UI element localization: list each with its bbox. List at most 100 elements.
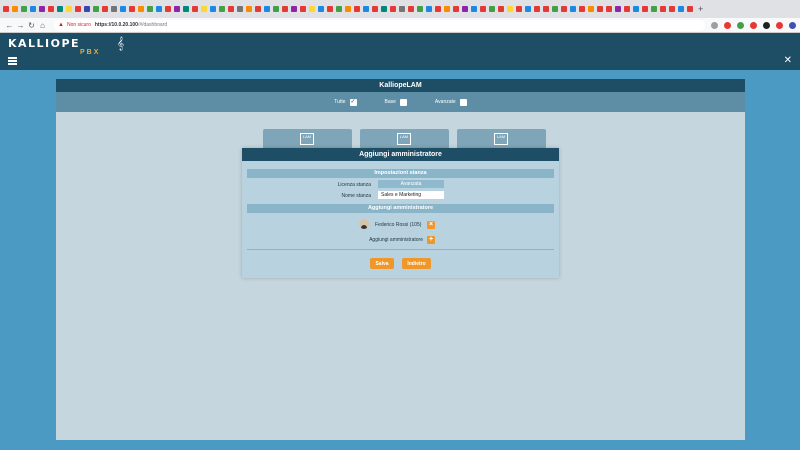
tab-favicon-icon[interactable] (156, 6, 162, 12)
tab-favicon-icon[interactable] (219, 6, 225, 12)
tab-favicon-icon[interactable] (660, 6, 666, 12)
tab-favicon-icon[interactable] (66, 6, 72, 12)
collapse-icon[interactable]: ✕ (784, 55, 792, 66)
tab-favicon-icon[interactable] (363, 6, 369, 12)
tab-favicon-icon[interactable] (624, 6, 630, 12)
tab-favicon-icon[interactable] (102, 6, 108, 12)
tab-favicon-icon[interactable] (579, 6, 585, 12)
extension-icon[interactable] (763, 21, 770, 29)
tab-favicon-icon[interactable] (201, 6, 207, 12)
extension-icon[interactable] (750, 21, 757, 29)
filter-advanced[interactable]: Avanzate (435, 98, 467, 106)
tab-favicon-icon[interactable] (291, 6, 297, 12)
tab-favicon-icon[interactable] (3, 6, 9, 12)
tab-favicon-icon[interactable] (138, 6, 144, 12)
tab-favicon-icon[interactable] (597, 6, 603, 12)
tab-favicon-icon[interactable] (462, 6, 468, 12)
forward-icon[interactable]: → (15, 21, 26, 30)
tab-favicon-icon[interactable] (633, 6, 639, 12)
new-tab-icon[interactable]: + (698, 4, 703, 14)
tab-favicon-icon[interactable] (408, 6, 414, 12)
tab-favicon-icon[interactable] (651, 6, 657, 12)
tab-favicon-icon[interactable] (399, 6, 405, 12)
tab-favicon-icon[interactable] (120, 6, 126, 12)
tab-favicon-icon[interactable] (507, 6, 513, 12)
tab-favicon-icon[interactable] (678, 6, 684, 12)
tab-favicon-icon[interactable] (165, 6, 171, 12)
tab-favicon-icon[interactable] (588, 6, 594, 12)
save-button[interactable]: Salva (370, 258, 394, 269)
tab-favicon-icon[interactable] (192, 6, 198, 12)
tab-favicon-icon[interactable] (381, 6, 387, 12)
tab-favicon-icon[interactable] (669, 6, 675, 12)
room-card[interactable]: LAM (457, 129, 546, 149)
tab-favicon-icon[interactable] (525, 6, 531, 12)
tab-favicon-icon[interactable] (453, 6, 459, 12)
tab-favicon-icon[interactable] (30, 6, 36, 12)
room-name-input[interactable] (378, 191, 444, 199)
extension-icon[interactable] (789, 21, 796, 29)
home-icon[interactable]: ⌂ (37, 21, 48, 30)
extension-icon[interactable] (711, 21, 718, 29)
tab-favicon-icon[interactable] (255, 6, 261, 12)
tab-favicon-icon[interactable] (21, 6, 27, 12)
tab-favicon-icon[interactable] (489, 6, 495, 12)
license-value[interactable]: Avanzata (378, 180, 444, 188)
tab-favicon-icon[interactable] (390, 6, 396, 12)
remove-admin-button[interactable]: × (427, 221, 435, 229)
tab-favicon-icon[interactable] (93, 6, 99, 12)
tab-favicon-icon[interactable] (471, 6, 477, 12)
tab-favicon-icon[interactable] (543, 6, 549, 12)
tab-favicon-icon[interactable] (75, 6, 81, 12)
tab-favicon-icon[interactable] (561, 6, 567, 12)
tab-favicon-icon[interactable] (552, 6, 558, 12)
tab-favicon-icon[interactable] (498, 6, 504, 12)
menu-icon[interactable] (8, 57, 17, 66)
tab-favicon-icon[interactable] (444, 6, 450, 12)
tab-favicon-icon[interactable] (84, 6, 90, 12)
back-button[interactable]: Indietro (402, 258, 431, 269)
tab-favicon-icon[interactable] (687, 6, 693, 12)
filter-all-checkbox[interactable]: ✓ (349, 98, 357, 106)
filter-base[interactable]: Base (385, 98, 407, 106)
tab-favicon-icon[interactable] (246, 6, 252, 12)
tab-favicon-icon[interactable] (129, 6, 135, 12)
tab-favicon-icon[interactable] (174, 6, 180, 12)
tab-favicon-icon[interactable] (480, 6, 486, 12)
tab-favicon-icon[interactable] (12, 6, 18, 12)
back-icon[interactable]: ← (4, 21, 15, 30)
extension-icon[interactable] (724, 21, 731, 29)
tab-favicon-icon[interactable] (435, 6, 441, 12)
tab-favicon-icon[interactable] (606, 6, 612, 12)
room-card[interactable]: LAM (360, 129, 449, 149)
tab-favicon-icon[interactable] (48, 6, 54, 12)
tab-favicon-icon[interactable] (228, 6, 234, 12)
tab-favicon-icon[interactable] (345, 6, 351, 12)
extension-icon[interactable] (737, 21, 744, 29)
tab-favicon-icon[interactable] (300, 6, 306, 12)
tab-favicon-icon[interactable] (570, 6, 576, 12)
tab-favicon-icon[interactable] (426, 6, 432, 12)
tab-favicon-icon[interactable] (264, 6, 270, 12)
tab-favicon-icon[interactable] (183, 6, 189, 12)
tab-favicon-icon[interactable] (39, 6, 45, 12)
tab-favicon-icon[interactable] (642, 6, 648, 12)
tab-favicon-icon[interactable] (237, 6, 243, 12)
tab-favicon-icon[interactable] (615, 6, 621, 12)
add-admin-button[interactable]: + (427, 236, 435, 244)
reload-icon[interactable]: ↻ (26, 21, 37, 30)
tab-favicon-icon[interactable] (111, 6, 117, 12)
tab-favicon-icon[interactable] (318, 6, 324, 12)
tab-favicon-icon[interactable] (354, 6, 360, 12)
tab-favicon-icon[interactable] (372, 6, 378, 12)
room-card[interactable]: LAM (263, 129, 352, 149)
tab-favicon-icon[interactable] (417, 6, 423, 12)
tab-favicon-icon[interactable] (327, 6, 333, 12)
tab-favicon-icon[interactable] (147, 6, 153, 12)
tab-favicon-icon[interactable] (534, 6, 540, 12)
tab-favicon-icon[interactable] (57, 6, 63, 12)
tab-favicon-icon[interactable] (309, 6, 315, 12)
tab-favicon-icon[interactable] (273, 6, 279, 12)
filter-all[interactable]: Tutte ✓ (334, 98, 357, 106)
address-bar[interactable]: ▲ Non sicuro https://10.0.20.100 /#/dash… (54, 19, 705, 31)
